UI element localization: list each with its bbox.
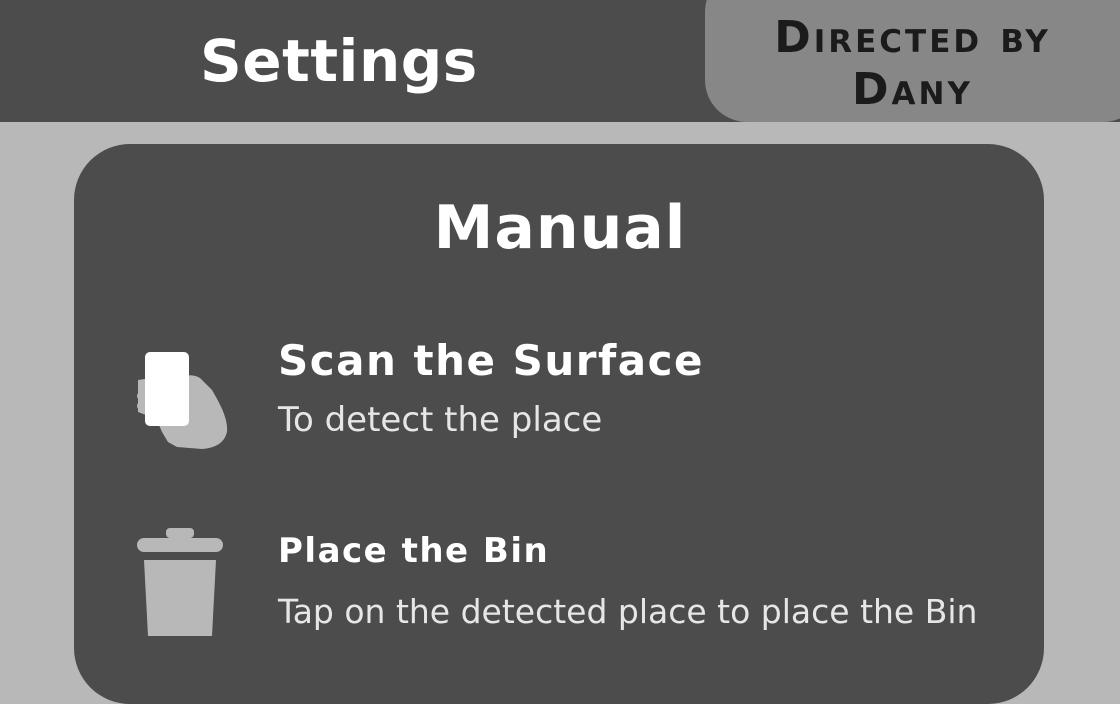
step-description: Tap on the detected place to place the B… [278,592,978,631]
step-heading: Place the Bin [278,531,550,571]
step-description: To detect the place [278,400,603,440]
trash-bin-icon [137,528,223,636]
phone-in-hand-icon [137,352,228,449]
step-heading: Scan the Surface [278,336,704,385]
credit-text: Directed by Dany [774,12,1051,115]
manual-title: Manual [433,193,687,263]
settings-button[interactable]: Settings [200,28,478,94]
